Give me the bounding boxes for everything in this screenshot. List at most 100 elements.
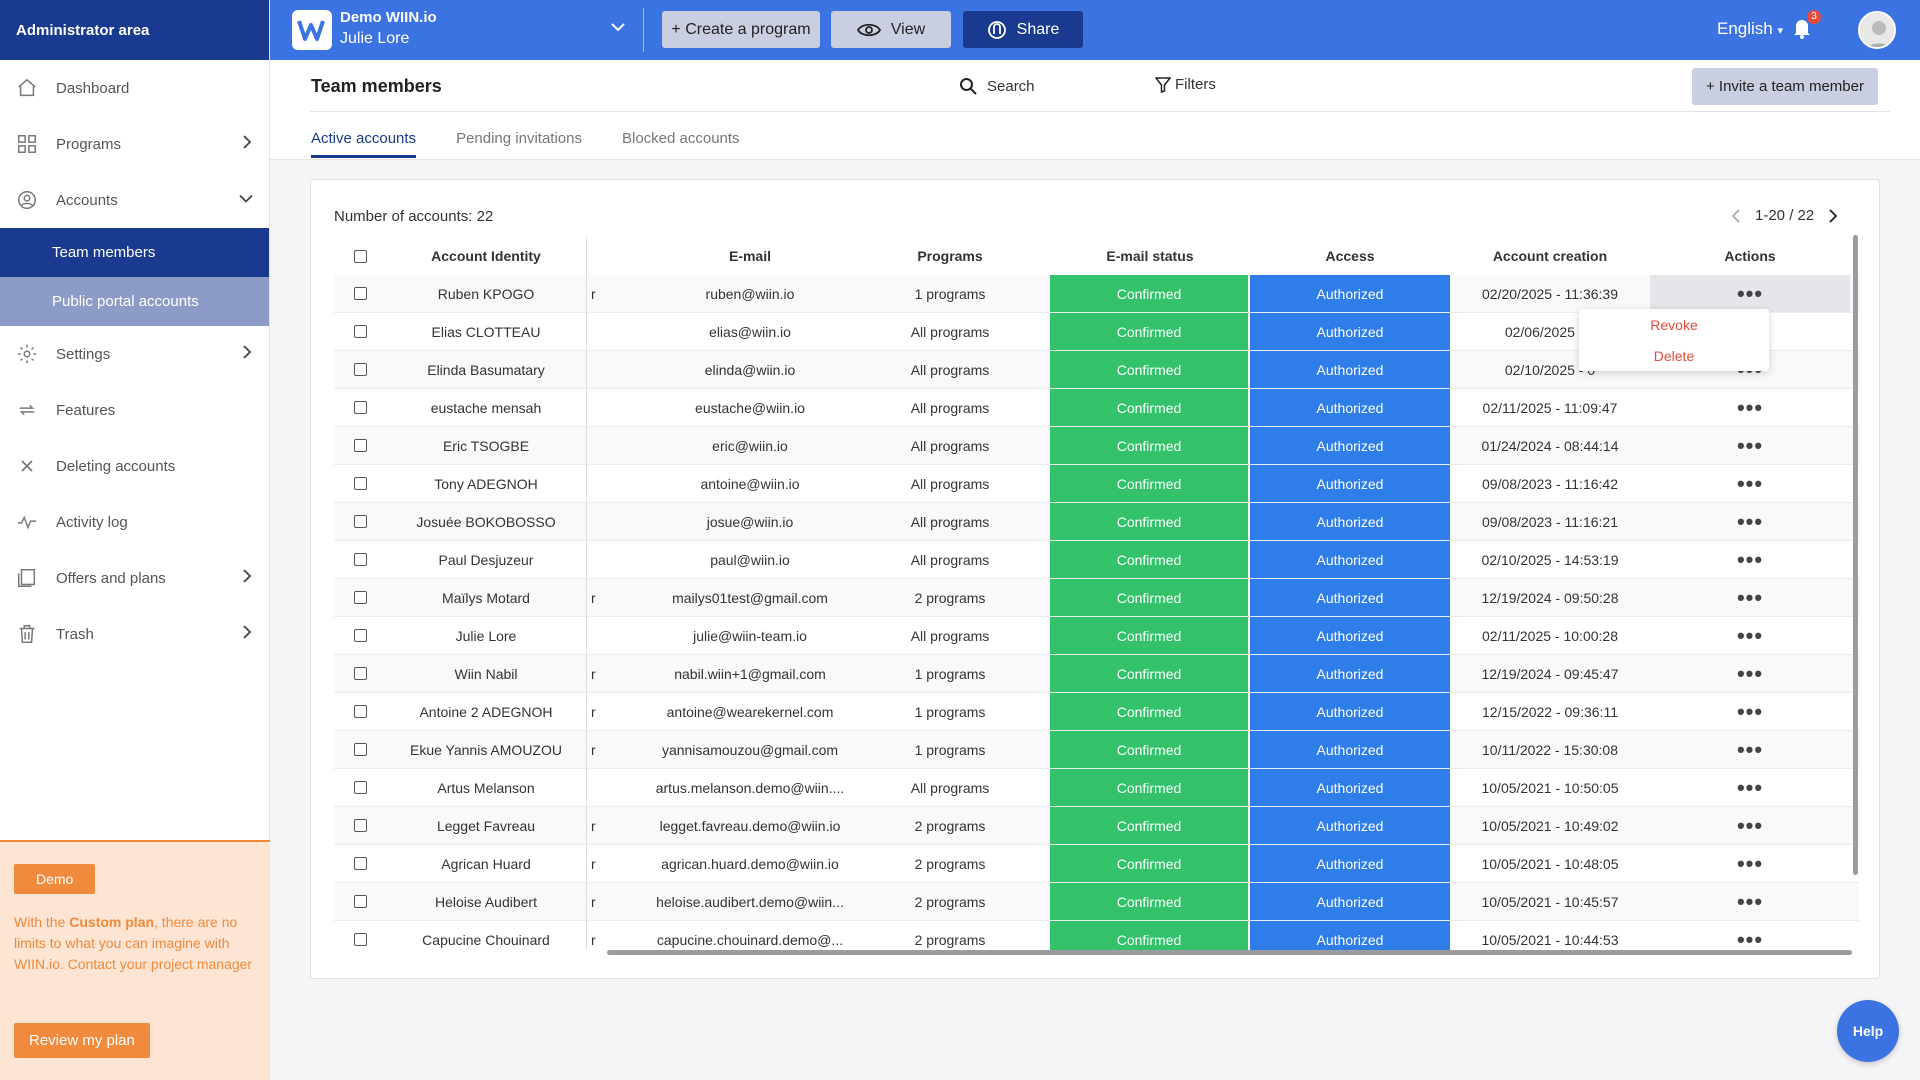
tab-blocked-accounts[interactable]: Blocked accounts xyxy=(622,130,740,158)
more-actions-icon[interactable]: ••• xyxy=(1737,852,1763,874)
table-row[interactable]: Antoine 2 ADEGNOH r antoine@wearekernel.co… xyxy=(334,693,1859,731)
sidebar-item-programs[interactable]: Programs xyxy=(0,116,269,172)
more-actions-icon[interactable]: ••• xyxy=(1737,472,1763,494)
col-email-status[interactable]: E-mail status xyxy=(1050,237,1250,275)
row-checkbox[interactable] xyxy=(353,933,367,946)
more-actions-icon[interactable]: ••• xyxy=(1737,700,1763,722)
col-programs[interactable]: Programs xyxy=(850,237,1050,275)
table-row[interactable]: Josuée BOKOBOSSO josue@wiin.io All program… xyxy=(334,503,1859,541)
tab-pending-invitations[interactable]: Pending invitations xyxy=(456,130,582,158)
table-row[interactable]: eustache mensah eustache@wiin.io All progr… xyxy=(334,389,1859,427)
col-account-creation[interactable]: Account creation xyxy=(1450,237,1650,275)
table-row[interactable]: Heloise Audibert r heloise.audibert.demo@w… xyxy=(334,883,1859,921)
account-creation-date: 02/11/2025 - 11:09:47 xyxy=(1482,399,1618,416)
table-row[interactable]: Artus Melanson artus.melanson.demo@wiin..… xyxy=(334,769,1859,807)
more-actions-icon[interactable]: ••• xyxy=(1737,396,1763,418)
more-actions-icon[interactable]: ••• xyxy=(1737,738,1763,760)
table-row[interactable]: Maïlys Motard r mailys01test@gmail.com 2 pr… xyxy=(334,579,1859,617)
page-title: Team members xyxy=(311,76,442,96)
access-badge: Authorized xyxy=(1250,883,1450,920)
row-checkbox[interactable] xyxy=(353,857,367,870)
org-switcher[interactable]: Demo WIIN.io Julie Lore xyxy=(340,9,437,48)
revoke-menu-item[interactable]: Revoke xyxy=(1579,309,1769,340)
more-actions-icon[interactable]: ••• xyxy=(1737,548,1763,570)
row-actions-cell: ••• xyxy=(1650,731,1850,768)
table-row[interactable]: Eric TSOGBE eric@wiin.io All programs Confi… xyxy=(334,427,1859,465)
vertical-scrollbar[interactable] xyxy=(1853,235,1858,875)
row-checkbox[interactable] xyxy=(353,553,367,566)
horizontal-scrollbar[interactable] xyxy=(607,950,1852,955)
row-checkbox[interactable] xyxy=(353,819,367,832)
row-actions-cell: ••• xyxy=(1650,389,1850,426)
table-row[interactable]: Tony ADEGNOH antoine@wiin.io All programs C… xyxy=(334,465,1859,503)
row-flag: r xyxy=(586,693,650,730)
table-row[interactable]: Ruben KPOGO r ruben@wiin.io 1 programs Confi… xyxy=(334,275,1859,313)
row-actions-cell: ••• xyxy=(1650,883,1850,920)
share-button[interactable]: Share xyxy=(963,11,1083,48)
view-button[interactable]: View xyxy=(831,11,951,48)
table-row[interactable]: Paul Desjuzeur paul@wiin.io All programs Co… xyxy=(334,541,1859,579)
sidebar-item-team-members[interactable]: Team members xyxy=(0,228,269,277)
row-checkbox[interactable] xyxy=(353,515,367,528)
row-actions-cell: ••• xyxy=(1650,655,1850,692)
table-row[interactable]: Wiin Nabil r nabil.wiin+1@gmail.com 1 progr… xyxy=(334,655,1859,693)
search-button[interactable]: Search xyxy=(959,77,1035,95)
sidebar-item-activity-log[interactable]: Activity log xyxy=(0,494,269,550)
more-actions-icon[interactable]: ••• xyxy=(1737,434,1763,456)
row-checkbox[interactable] xyxy=(353,895,367,908)
select-all-checkbox[interactable] xyxy=(353,249,367,263)
row-checkbox[interactable] xyxy=(353,705,367,718)
table-row[interactable]: Capucine Chouinard r capucine.chouinard.de… xyxy=(334,921,1859,950)
language-select[interactable]: English ▾ xyxy=(1717,19,1783,39)
col-email[interactable]: E-mail xyxy=(650,237,850,275)
row-checkbox[interactable] xyxy=(353,667,367,680)
sidebar-item-dashboard[interactable]: Dashboard xyxy=(0,60,269,116)
chevron-down-icon[interactable] xyxy=(610,20,626,36)
sidebar-item-trash[interactable]: Trash xyxy=(0,606,269,662)
row-checkbox[interactable] xyxy=(353,781,367,794)
tabs: Active accounts Pending invitations Bloc… xyxy=(311,130,780,158)
row-checkbox[interactable] xyxy=(353,287,367,300)
invite-team-member-button[interactable]: + Invite a team member xyxy=(1692,68,1878,105)
pages-icon xyxy=(14,565,40,591)
account-creation-date: 02/11/2025 - 10:00:28 xyxy=(1482,627,1618,644)
more-actions-icon[interactable]: ••• xyxy=(1737,814,1763,836)
col-account-identity[interactable]: Account Identity xyxy=(386,237,586,275)
more-actions-icon[interactable]: ••• xyxy=(1737,662,1763,684)
row-checkbox[interactable] xyxy=(353,477,367,490)
col-access[interactable]: Access xyxy=(1250,237,1450,275)
review-plan-button[interactable]: Review my plan xyxy=(14,1023,150,1058)
sidebar-item-offers-plans[interactable]: Offers and plans xyxy=(0,550,269,606)
row-checkbox[interactable] xyxy=(353,325,367,338)
more-actions-icon[interactable]: ••• xyxy=(1737,890,1763,912)
table-row[interactable]: Julie Lore julie@wiin-team.io All programs… xyxy=(334,617,1859,655)
table-row[interactable]: Legget Favreau r legget.favreau.demo@wiin.… xyxy=(334,807,1859,845)
row-checkbox[interactable] xyxy=(353,743,367,756)
row-checkbox[interactable] xyxy=(353,363,367,376)
more-actions-icon[interactable]: ••• xyxy=(1737,282,1763,304)
sidebar-item-accounts[interactable]: Accounts xyxy=(0,172,269,228)
sidebar-item-deleting-accounts[interactable]: Deleting accounts xyxy=(0,438,269,494)
table-row[interactable]: Ekue Yannis AMOUZOU r yannisamouzou@gmail.… xyxy=(334,731,1859,769)
table-row[interactable]: Agrican Huard r agrican.huard.demo@wiin.io… xyxy=(334,845,1859,883)
chevron-left-icon[interactable] xyxy=(1731,208,1741,223)
tab-active-accounts[interactable]: Active accounts xyxy=(311,130,417,158)
row-checkbox[interactable] xyxy=(353,629,367,642)
create-program-button[interactable]: + Create a program xyxy=(662,11,820,48)
row-checkbox[interactable] xyxy=(353,439,367,452)
row-checkbox[interactable] xyxy=(353,401,367,414)
sidebar-item-settings[interactable]: Settings xyxy=(0,326,269,382)
sidebar-item-public-portal[interactable]: Public portal accounts xyxy=(0,277,269,326)
more-actions-icon[interactable]: ••• xyxy=(1737,928,1763,950)
more-actions-icon[interactable]: ••• xyxy=(1737,586,1763,608)
more-actions-icon[interactable]: ••• xyxy=(1737,510,1763,532)
delete-menu-item[interactable]: Delete xyxy=(1579,340,1769,371)
avatar[interactable] xyxy=(1858,11,1896,49)
filters-button[interactable]: Filters xyxy=(1155,76,1216,93)
help-button[interactable]: Help xyxy=(1837,1000,1899,1062)
chevron-right-icon[interactable] xyxy=(1828,208,1838,223)
row-checkbox[interactable] xyxy=(353,591,367,604)
more-actions-icon[interactable]: ••• xyxy=(1737,776,1763,798)
more-actions-icon[interactable]: ••• xyxy=(1737,624,1763,646)
sidebar-item-features[interactable]: Features xyxy=(0,382,269,438)
